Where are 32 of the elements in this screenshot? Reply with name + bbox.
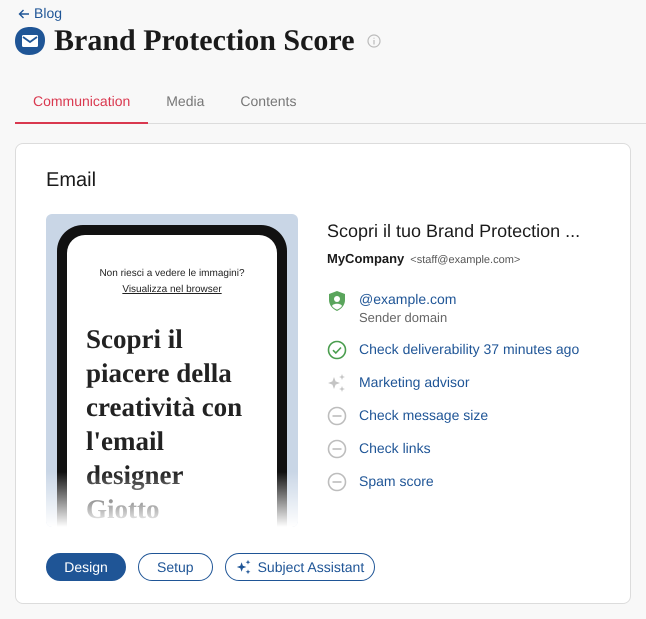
check-label[interactable]: Check message size <box>359 404 488 424</box>
sender-name: MyCompany <box>327 250 404 268</box>
shield-user-icon <box>327 290 347 312</box>
action-button[interactable]: Setup <box>138 553 213 581</box>
check-label[interactable]: Check links <box>359 438 431 458</box>
email-subject: Scopri il tuo Brand Protection ... <box>327 220 580 243</box>
check-label[interactable]: Check deliverability 37 minutes ago <box>359 338 580 358</box>
action-button[interactable]: Design <box>46 553 126 581</box>
check-label[interactable]: Spam score <box>359 470 434 490</box>
page-title: Brand Protection Score <box>54 26 355 56</box>
mail-icon <box>14 26 46 56</box>
sparkle-icon <box>327 372 347 392</box>
sender-email: <staff@example.com> <box>410 253 520 268</box>
browser-link[interactable]: Visualizza nel browser <box>122 284 222 295</box>
sparkle-icon <box>236 559 252 575</box>
check-label: @example.com <box>359 290 456 308</box>
assistant-button[interactable]: Subject Assistant <box>224 553 376 581</box>
minus-circle-icon <box>327 438 347 458</box>
images-notice: Non riesci a vedere le immagini? <box>98 267 246 281</box>
back-link[interactable]: Blog <box>18 3 62 24</box>
arrow-left-icon <box>18 8 30 20</box>
email-headline: Scopri il piacere della creatività con l'email designer Giotto <box>86 323 244 526</box>
check-label[interactable]: Marketing advisor <box>359 372 470 392</box>
tab[interactable]: Media <box>148 91 222 124</box>
tab[interactable]: Contents <box>222 91 314 124</box>
minus-circle-icon <box>327 472 347 492</box>
card-heading: Email <box>46 170 98 190</box>
info-icon[interactable] <box>366 34 381 48</box>
minus-circle-icon <box>327 406 347 426</box>
tab[interactable]: Communication <box>15 91 148 124</box>
check-circle-icon <box>327 340 347 360</box>
check-sublabel: Sender domain <box>359 308 448 326</box>
